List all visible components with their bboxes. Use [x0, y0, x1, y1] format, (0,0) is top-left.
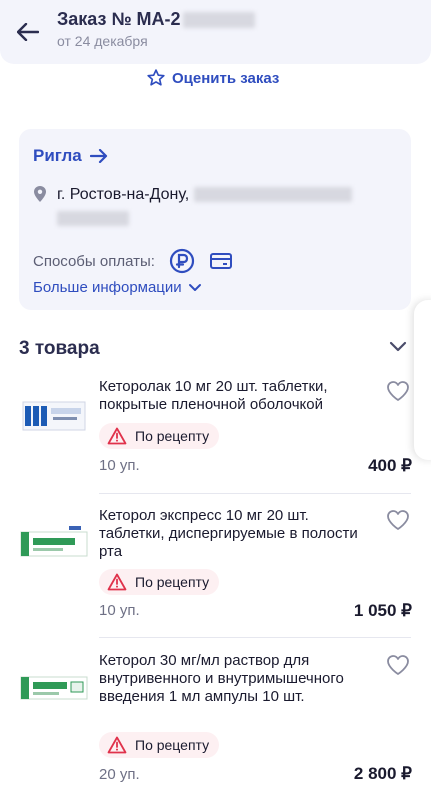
prescription-label: По рецепту	[135, 574, 210, 590]
prescription-badge: По рецепту	[99, 569, 220, 595]
list-item[interactable]: Кеторол 30 мг/мл раствор для внутривенно…	[19, 652, 412, 787]
redacted-address-2	[57, 211, 129, 227]
order-date: от 24 декабря	[57, 33, 148, 49]
order-title: Заказ № МА-2	[57, 9, 255, 30]
pharmacy-link[interactable]: Ригла	[33, 146, 108, 166]
product-image	[19, 391, 89, 441]
product-price: 1 050 ₽	[353, 601, 412, 620]
items-count-title: 3 товара	[19, 338, 100, 359]
prescription-label: По рецепту	[135, 737, 210, 753]
product-name: Кеторол 30 мг/мл раствор для внутривенно…	[99, 652, 344, 705]
chevron-down-icon	[389, 341, 407, 352]
more-info-label: Больше информации	[33, 279, 182, 296]
rate-order-label: Оценить заказ	[172, 69, 280, 87]
sbp-icon	[169, 248, 195, 274]
product-image	[19, 662, 89, 712]
pharmacy-name: Ригла	[33, 146, 82, 165]
heart-icon	[387, 510, 409, 530]
divider	[99, 493, 411, 494]
product-name: Кеторолак 10 мг 20 шт. таблетки, покрыты…	[99, 378, 328, 413]
heart-icon	[387, 381, 409, 401]
chevron-down-icon	[188, 283, 201, 291]
product-quantity: 20 уп.	[99, 766, 140, 783]
rate-order-button[interactable]: Оценить заказ	[146, 68, 279, 88]
order-header: Заказ № МА-2 от 24 декабря	[0, 0, 431, 64]
redacted-order-number	[182, 12, 255, 29]
arrow-right-icon	[89, 149, 107, 163]
pharmacy-address-text: г. Ростов-на-Дону,	[57, 183, 352, 231]
collapse-items-button[interactable]	[388, 340, 408, 359]
warning-icon	[107, 427, 127, 445]
product-price: 2 800 ₽	[353, 764, 412, 783]
more-info-button[interactable]: Больше информации	[33, 279, 202, 296]
prescription-badge: По рецепту	[99, 423, 220, 449]
payment-label: Способы оплаты:	[33, 252, 155, 270]
favorite-button[interactable]	[386, 380, 410, 407]
star-icon	[147, 69, 165, 86]
prescription-label: По рецепту	[135, 428, 210, 444]
prescription-badge: По рецепту	[99, 732, 220, 758]
product-name: Кеторол экспресс 10 мг 20 шт. таблетки, …	[99, 507, 358, 560]
list-item[interactable]: Кеторол экспресс 10 мг 20 шт. таблетки, …	[19, 507, 412, 622]
favorite-button[interactable]	[386, 509, 410, 536]
redacted-address	[193, 187, 352, 203]
product-image	[19, 517, 89, 567]
warning-icon	[107, 573, 127, 591]
location-pin-icon	[34, 186, 46, 202]
card-icon	[209, 253, 232, 269]
arrow-left-icon	[17, 23, 39, 41]
pharmacy-card: Ригла г. Ростов-на-Дону, Способы оплаты:…	[19, 129, 411, 310]
product-quantity: 10 уп.	[99, 602, 140, 619]
payment-methods: Способы оплаты:	[33, 248, 233, 274]
back-button[interactable]	[14, 18, 42, 46]
side-panel-edge	[414, 300, 431, 460]
product-price: 400 ₽	[368, 456, 412, 475]
product-quantity: 10 уп.	[99, 457, 140, 474]
list-item[interactable]: Кеторолак 10 мг 20 шт. таблетки, покрыты…	[19, 378, 412, 478]
warning-icon	[107, 736, 127, 754]
divider	[99, 637, 411, 638]
heart-icon	[387, 655, 409, 675]
favorite-button[interactable]	[386, 654, 410, 681]
